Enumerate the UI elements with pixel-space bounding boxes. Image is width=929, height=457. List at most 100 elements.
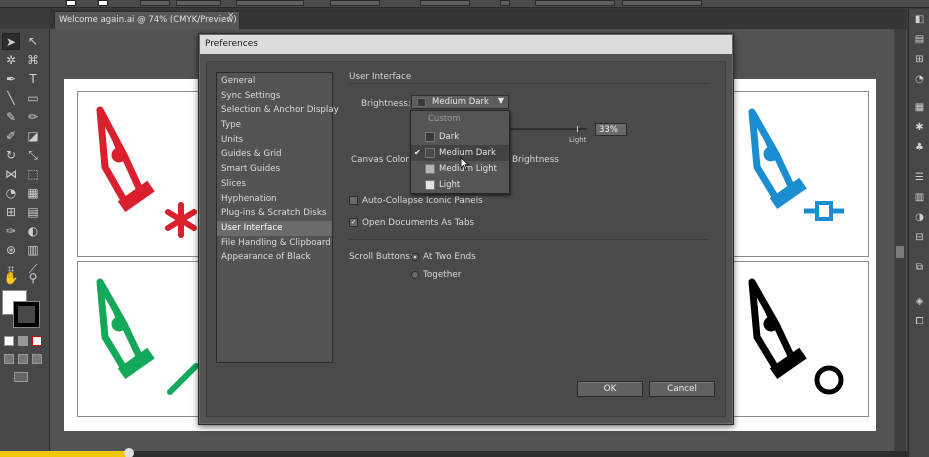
brightness-slider[interactable] [507,128,587,130]
category-item[interactable]: Type [217,118,332,133]
gradient-mode-icon[interactable] [18,336,28,346]
rectangle-tool-icon[interactable]: ▭ [24,90,42,107]
line-tool-icon[interactable]: ╲ [2,90,20,107]
section-divider [349,83,709,84]
document-tab[interactable]: Welcome again.ai @ 74% (CMYK/Preview) [54,11,240,29]
magic-wand-icon[interactable]: ✲ [2,52,20,69]
chevron-down-icon: ▼ [497,96,504,105]
dropdown-option-light[interactable]: Light [411,177,509,193]
screen-mode-icon[interactable] [14,372,28,382]
symbols-panel-icon[interactable]: ▦ [912,101,927,115]
document-setup-button[interactable] [535,0,615,6]
pathfinder-panel-icon[interactable]: ⧉ [912,261,927,275]
preferences-button[interactable] [622,0,702,6]
category-item[interactable]: Units [217,133,332,148]
at-two-ends-radio[interactable] [411,253,419,261]
pencil-icon[interactable]: ✏ [24,109,42,126]
type-tool-icon[interactable]: T [24,71,42,88]
perspective-grid-icon[interactable]: ▦ [24,185,42,202]
direct-selection-tool-icon[interactable]: ↖ [24,33,42,50]
opacity-field[interactable] [420,0,470,6]
variable-width-dropdown[interactable] [236,0,304,6]
category-item-selected[interactable]: User Interface [217,220,332,236]
dialog-title: Preferences [200,35,732,54]
category-item[interactable]: General [217,74,332,89]
artboards-panel-icon[interactable]: ⧠ [912,315,927,329]
close-icon[interactable]: × [227,11,235,21]
appearance-panel-icon[interactable]: ♣ [912,141,927,155]
none-mode-icon[interactable] [32,336,42,346]
draw-inside-icon[interactable] [32,354,42,364]
color-guide-icon[interactable]: ▤ [912,33,927,47]
category-item[interactable]: Appearance of Black [217,250,332,265]
brightness-dropdown-menu: Custom Dark ✔ Medium Dark Medium Light L… [410,110,510,194]
selection-tool-icon[interactable]: ➤ [2,33,20,50]
stroke-panel-icon[interactable]: ☰ [912,171,927,185]
column-graph-icon[interactable]: ▥ [24,242,42,259]
eraser-icon[interactable]: ◪ [24,128,42,145]
fill-swatch[interactable] [66,0,76,6]
draw-normal-icon[interactable] [4,354,14,364]
shape-builder-icon[interactable]: ◔ [2,185,20,202]
canvas-color-label: Canvas Color: [351,155,412,165]
mesh-tool-icon[interactable]: ⊞ [2,204,20,221]
free-transform-icon[interactable]: ⬚ [24,166,42,183]
stroke-swatch[interactable] [98,0,108,6]
cancel-button[interactable]: Cancel [649,381,715,397]
ok-button[interactable]: OK [577,381,643,397]
black-pen-artwork [748,278,844,395]
category-item[interactable]: Selection & Anchor Display [217,103,339,118]
dark-swatch [425,132,435,142]
stroke-color-box[interactable] [13,301,40,328]
blend-tool-icon[interactable]: ◐ [24,223,42,240]
category-item[interactable]: Plug-ins & Scratch Disks [217,206,332,221]
vertical-scroll-thumb[interactable] [896,246,904,258]
category-item[interactable]: Hyphenation [217,192,332,207]
symbol-sprayer-icon[interactable]: ⊛ [2,242,20,259]
zoom-tool-icon[interactable]: ⚲ [24,270,42,287]
blob-brush-icon[interactable]: ✐ [2,128,20,145]
pen-tool-icon[interactable]: ✒ [2,71,20,88]
eyedropper-icon[interactable]: ✑ [2,223,20,240]
brightness-select[interactable]: Medium Dark ▼ [411,95,509,109]
category-item[interactable]: Guides & Grid [217,147,332,162]
align-panel-icon[interactable]: ⊟ [912,231,927,245]
stroke-weight-field[interactable] [140,0,170,6]
color-panel-icon[interactable]: ◧ [912,13,927,27]
width-tool-icon[interactable]: ⋈ [2,166,20,183]
lasso-icon[interactable]: ⌘ [24,52,42,69]
progress-knob[interactable] [124,448,134,457]
brushes-panel-icon[interactable]: ◔ [912,73,927,87]
medium-light-swatch [425,164,435,174]
graphic-styles-icon[interactable]: ✱ [912,121,927,135]
scale-tool-icon[interactable]: ⤡ [24,147,42,164]
category-item[interactable]: Smart Guides [217,162,332,177]
hand-tool-icon[interactable]: ✋ [2,270,20,287]
dropdown-option-dark[interactable]: Dark [411,129,509,145]
together-label: Together [423,270,462,280]
layers-panel-icon[interactable]: ◈ [912,295,927,309]
brightness-slider-thumb[interactable] [577,126,578,132]
paintbrush-icon[interactable]: ✎ [2,109,20,126]
rotate-tool-icon[interactable]: ↻ [2,147,20,164]
open-as-tabs-checkbox[interactable]: ✓ [349,218,358,227]
vertical-scrollbar[interactable] [894,29,906,451]
fill-mode-icon[interactable] [4,336,14,346]
swatches-panel-icon[interactable]: ⊞ [912,53,927,67]
blue-pen-artwork [748,108,844,221]
category-item[interactable]: File Handling & Clipboard [217,236,332,251]
brush-definition-dropdown[interactable] [330,0,380,6]
category-item[interactable]: Sync Settings [217,89,332,104]
style-swatch[interactable] [500,0,510,6]
gradient-panel-icon[interactable]: ▥ [912,191,927,205]
brightness-percent-field[interactable]: 33% [595,123,627,136]
scroll-buttons-label: Scroll Buttons: [349,252,413,262]
together-radio[interactable] [411,271,419,279]
gradient-tool-icon[interactable]: ▤ [24,204,42,221]
auto-collapse-label: Auto-Collapse Iconic Panels [362,196,483,206]
auto-collapse-checkbox[interactable] [349,196,358,205]
draw-behind-icon[interactable] [18,354,28,364]
transparency-panel-icon[interactable]: ◑ [912,211,927,225]
stroke-weight-dropdown[interactable] [176,0,221,6]
category-item[interactable]: Slices [217,177,332,192]
